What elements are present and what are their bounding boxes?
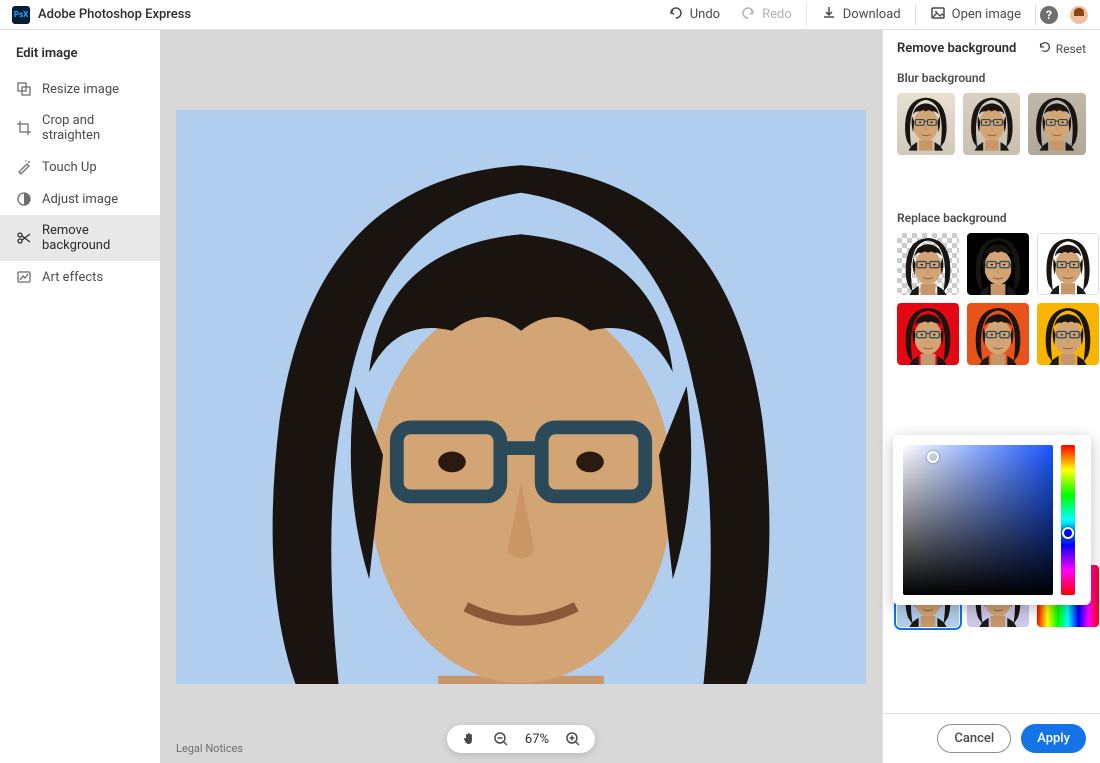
- blur-section-title: Blur background: [883, 67, 1100, 93]
- reset-label: Reset: [1056, 42, 1086, 56]
- cancel-button[interactable]: Cancel: [937, 724, 1011, 753]
- adjust-icon: [16, 191, 32, 207]
- app-header: PsX Adobe Photoshop Express Undo Redo Do…: [0, 0, 1100, 30]
- separator: [915, 4, 916, 26]
- panel-footer: Cancel Apply: [883, 713, 1100, 763]
- replace-option-white[interactable]: [1037, 233, 1099, 295]
- resize-icon: [16, 81, 32, 97]
- canvas-area: 67% Legal Notices: [160, 30, 882, 763]
- sidebar-title: Edit image: [0, 38, 160, 73]
- open-image-button[interactable]: Open image: [920, 1, 1031, 29]
- help-icon[interactable]: ?: [1040, 6, 1058, 24]
- replace-section-title: Replace background: [883, 207, 1100, 233]
- undo-button[interactable]: Undo: [658, 1, 730, 29]
- sidebar-item-label: Adjust image: [42, 192, 118, 207]
- separator: [1035, 4, 1036, 26]
- app-title: Adobe Photoshop Express: [38, 7, 191, 22]
- left-sidebar: Edit image Resize image Crop and straigh…: [0, 30, 160, 763]
- scissors-icon: [16, 230, 32, 246]
- replace-option-red[interactable]: [897, 303, 959, 365]
- sidebar-item-label: Art effects: [42, 270, 103, 285]
- sidebar-item-removebg[interactable]: Remove background: [0, 215, 160, 261]
- replace-option-transparent[interactable]: [897, 233, 959, 295]
- zoom-in-button[interactable]: [565, 731, 581, 747]
- undo-icon: [668, 5, 684, 25]
- sidebar-item-resize[interactable]: Resize image: [0, 73, 160, 105]
- replace-option-orange[interactable]: [967, 303, 1029, 365]
- separator: [806, 4, 807, 26]
- color-picker-cursor[interactable]: [927, 451, 939, 463]
- app-logo-icon: PsX: [12, 6, 30, 24]
- sidebar-item-label: Crop and straighten: [42, 113, 144, 143]
- pan-hand-icon[interactable]: [461, 731, 477, 747]
- right-panel: Remove background Reset Blur background …: [882, 30, 1100, 763]
- redo-icon: [740, 5, 756, 25]
- sidebar-item-label: Touch Up: [42, 160, 97, 175]
- replace-option-yellow[interactable]: [1037, 303, 1099, 365]
- sidebar-item-adjust[interactable]: Adjust image: [0, 183, 160, 215]
- reset-icon: [1038, 40, 1052, 57]
- hue-slider[interactable]: [1061, 445, 1075, 595]
- sidebar-item-label: Remove background: [42, 223, 144, 253]
- zoom-out-button[interactable]: [493, 731, 509, 747]
- open-image-label: Open image: [952, 7, 1021, 22]
- redo-button[interactable]: Redo: [730, 1, 802, 29]
- sidebar-item-label: Resize image: [42, 82, 119, 97]
- color-picker-popover: [893, 435, 1091, 605]
- image-icon: [930, 5, 946, 25]
- download-button[interactable]: Download: [811, 1, 911, 29]
- panel-title: Remove background: [897, 41, 1016, 56]
- user-avatar[interactable]: [1070, 6, 1088, 24]
- replace-option-black[interactable]: [967, 233, 1029, 295]
- touchup-icon: [16, 159, 32, 175]
- color-picker-field[interactable]: [903, 445, 1053, 595]
- download-label: Download: [843, 7, 901, 22]
- sidebar-item-crop[interactable]: Crop and straighten: [0, 105, 160, 151]
- hue-slider-cursor[interactable]: [1062, 527, 1074, 539]
- reset-button[interactable]: Reset: [1038, 40, 1086, 57]
- canvas-image[interactable]: [176, 110, 866, 684]
- blur-option-none[interactable]: [897, 93, 955, 155]
- legal-notices-link[interactable]: Legal Notices: [176, 742, 243, 755]
- blur-option-high[interactable]: [1028, 93, 1086, 155]
- sidebar-item-touchup[interactable]: Touch Up: [0, 151, 160, 183]
- undo-label: Undo: [690, 7, 720, 22]
- zoom-controls: 67%: [447, 725, 595, 753]
- download-icon: [821, 5, 837, 25]
- apply-button[interactable]: Apply: [1021, 724, 1086, 753]
- crop-icon: [16, 120, 32, 136]
- zoom-percent: 67%: [525, 732, 549, 747]
- sidebar-item-arteffects[interactable]: Art effects: [0, 261, 160, 293]
- redo-label: Redo: [762, 7, 792, 22]
- arteffects-icon: [16, 269, 32, 285]
- blur-option-mid[interactable]: [963, 93, 1021, 155]
